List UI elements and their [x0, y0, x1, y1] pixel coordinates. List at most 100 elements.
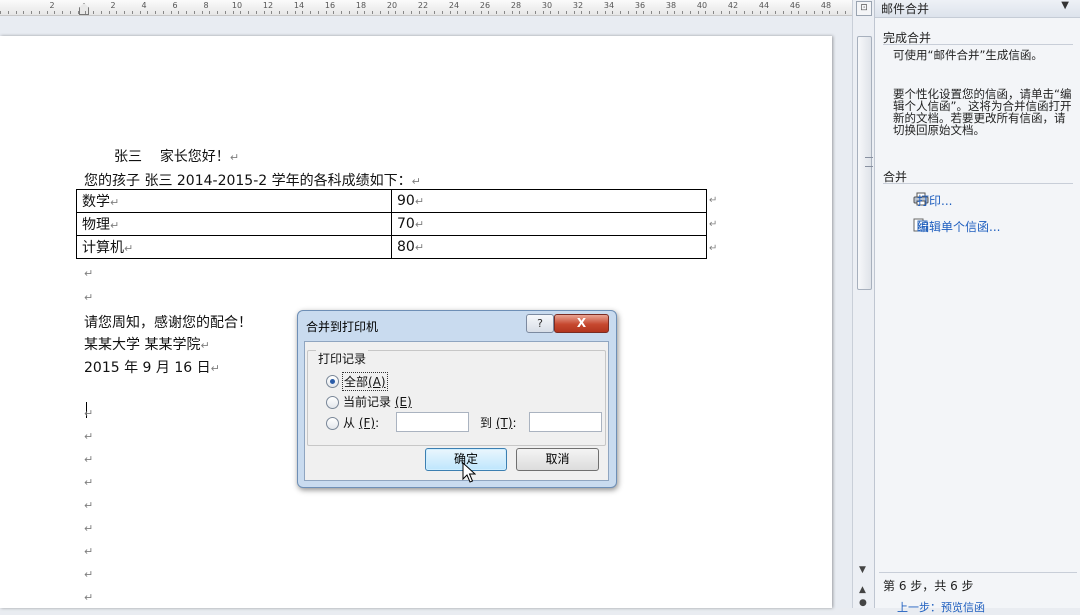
- select-browse-icon[interactable]: ●: [859, 598, 867, 608]
- ruler-tick: [232, 11, 234, 14]
- ruler-tick: [317, 11, 319, 14]
- ruler-tick: [85, 11, 87, 14]
- ruler-tick: [798, 11, 800, 14]
- greeting-name: 张三: [114, 149, 142, 165]
- ruler-tick: [93, 11, 94, 14]
- score-cell[interactable]: 70↵: [391, 212, 707, 236]
- ruler-tick: [767, 11, 769, 14]
- radio-all-label[interactable]: 全部(A): [342, 372, 388, 391]
- notice-line: 请您周知，感谢您的配合！: [84, 312, 252, 332]
- ruler-tick: [511, 11, 513, 14]
- ruler-number: 16: [324, 1, 336, 10]
- empty-paragraph: ↵: [84, 267, 94, 280]
- empty-paragraph: ↵: [84, 591, 94, 604]
- ruler-tick: [348, 11, 350, 14]
- from-input[interactable]: [396, 412, 469, 432]
- ruler-tick: [302, 11, 304, 14]
- scrollbar-thumb[interactable]: [857, 36, 873, 290]
- notice-text: 请您周知，感谢您的配合！: [84, 315, 252, 331]
- scroll-down-icon[interactable]: ▼: [859, 565, 866, 575]
- ruler-tick: [751, 11, 753, 14]
- divider: [879, 572, 1077, 573]
- indent-marker[interactable]: [79, 3, 89, 15]
- prev-page-icon[interactable]: ▲: [859, 585, 866, 595]
- table-row: 物理↵ 70↵: [76, 212, 707, 236]
- step-indicator: 第 6 步，共 6 步: [883, 579, 974, 593]
- ruler-tick: [147, 11, 149, 14]
- ruler-tick: [15, 11, 17, 14]
- ruler-tick: [108, 11, 110, 14]
- ruler-number: 8: [203, 1, 209, 10]
- to-input[interactable]: [529, 412, 602, 432]
- close-button[interactable]: X: [554, 314, 609, 333]
- ruler-tick: [612, 11, 614, 14]
- ruler-tick: [643, 11, 645, 14]
- paragraph-mark: ↵: [229, 151, 240, 164]
- ruler-number: 2: [110, 1, 116, 10]
- ruler-tick: [596, 11, 598, 14]
- date-text: 2015 年 9 月 16 日: [84, 360, 211, 376]
- ruler-tick: [410, 11, 412, 14]
- group-label: 打印记录: [316, 350, 369, 367]
- radio-current-label[interactable]: 当前记录 (E): [343, 393, 412, 410]
- ruler-tick: [248, 11, 249, 14]
- ruler-tick: [325, 11, 327, 14]
- ruler-tick: [736, 11, 738, 14]
- prev-step-link[interactable]: 上一步：预览信函: [897, 599, 985, 615]
- ruler-tick: [379, 11, 381, 14]
- cancel-button[interactable]: 取消: [516, 448, 599, 471]
- ruler-tick: [54, 11, 56, 14]
- ruler-tick: [635, 11, 637, 14]
- dialog-body: 打印记录 全部(A) 当前记录 (E) 从 (F): 到 (T): 确定 取消: [304, 341, 609, 481]
- subject-cell[interactable]: 数学↵: [76, 189, 392, 213]
- ruler-tick: [705, 11, 707, 14]
- ruler-number: 28: [510, 1, 522, 10]
- ruler-tick: [472, 11, 474, 14]
- ruler-number: 26: [479, 1, 491, 10]
- edit-letters-link[interactable]: 编辑单个信函...: [917, 218, 1000, 235]
- vertical-scrollbar[interactable]: ⊡ ▼ ▲ ●: [852, 0, 875, 608]
- subject-cell[interactable]: 物理↵: [76, 212, 392, 236]
- table-row: 计算机↵ 80↵: [76, 235, 707, 259]
- ruler-tick: [697, 11, 699, 14]
- signature-line: 某某大学 某某学院↵: [84, 337, 210, 353]
- radio-from[interactable]: [326, 417, 339, 430]
- ruler-tick: [286, 11, 288, 14]
- dialog-titlebar[interactable]: 合并到打印机 ? X: [298, 311, 616, 339]
- score-cell[interactable]: 90↵: [391, 189, 707, 213]
- radio-current[interactable]: [326, 396, 339, 409]
- view-ruler-icon[interactable]: ⊡: [856, 1, 872, 16]
- ruler-number: 42: [727, 1, 739, 10]
- ruler-tick: [240, 11, 242, 14]
- ruler-tick: [116, 11, 118, 14]
- done-text-1: 可使用“邮件合并”生成信函。: [893, 48, 1043, 62]
- ruler-number: 6: [172, 1, 178, 10]
- ruler-number: 36: [634, 1, 646, 10]
- merge-to-printer-dialog: 合并到打印机 ? X 打印记录 全部(A) 当前记录 (E) 从 (F): 到 …: [297, 310, 617, 488]
- ruler-tick: [627, 11, 629, 14]
- ruler-tick: [364, 11, 366, 14]
- ruler-tick: [488, 11, 490, 14]
- pane-options-icon[interactable]: ▼: [1061, 0, 1069, 11]
- ruler-tick: [775, 11, 776, 14]
- score-cell[interactable]: 80↵: [391, 235, 707, 259]
- ruler-tick: [503, 11, 505, 14]
- subject-cell[interactable]: 计算机↵: [76, 235, 392, 259]
- radio-all[interactable]: [326, 375, 339, 388]
- ruler-number: 48: [820, 1, 832, 10]
- print-link[interactable]: 打印...: [917, 192, 952, 209]
- horizontal-ruler[interactable]: 2 2 4 6 8 10 12 14 16 18 20 22 24 26 28 30 32 34 36 38 40 42 4…: [0, 0, 852, 16]
- ruler-number: 18: [355, 1, 367, 10]
- ruler-tick: [426, 11, 428, 14]
- empty-paragraph: ↵: [84, 568, 94, 581]
- ruler-tick: [341, 11, 342, 14]
- radio-from-label[interactable]: 从 (F):: [343, 414, 379, 431]
- ruler-tick: [441, 11, 443, 14]
- help-button[interactable]: ?: [526, 314, 554, 333]
- ruler-number: 4: [141, 1, 147, 10]
- ruler-tick: [713, 11, 714, 14]
- ruler-tick: [666, 11, 668, 14]
- ruler-tick: [155, 11, 156, 14]
- ruler-tick: [310, 11, 311, 14]
- ruler-tick: [201, 11, 203, 14]
